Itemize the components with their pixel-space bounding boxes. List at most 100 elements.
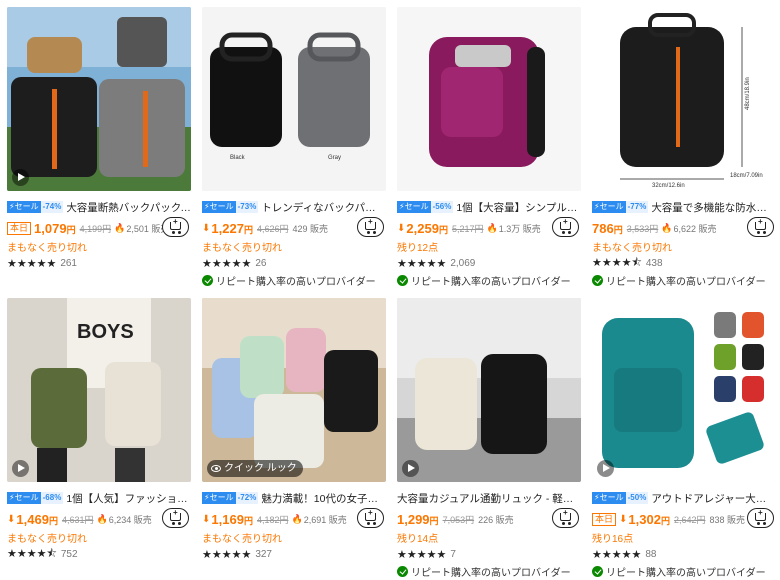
product-card[interactable]: 大容量カジュアル通勤リュック - 軽量ナイロン… 1,299円 7,053円 2… [397, 298, 581, 579]
product-title[interactable]: 1個【人気】ファッション エレガ… [66, 491, 191, 505]
play-icon[interactable] [12, 169, 29, 186]
product-card[interactable]: 48cm/18.9in 32cm/12.6in 18cm/7.09in ⚡セール… [592, 7, 776, 288]
add-to-cart-button[interactable] [162, 508, 189, 528]
check-badge-icon [202, 275, 213, 286]
discount-percent: -68% [40, 492, 64, 504]
sold-count: 2,691 販売 [303, 514, 347, 525]
provider-text: リピート購入率の高いプロバイダー [411, 568, 571, 579]
product-image[interactable] [397, 298, 581, 482]
product-title[interactable]: トレンディなバックパック、メンズ… [261, 200, 386, 214]
price-row: ⬇ 1,227円 4,626円 429 販売 [202, 217, 386, 237]
today-badge: 本日 [7, 221, 32, 235]
price-currency: 円 [48, 515, 58, 526]
sale-badge: ⚡セール -56% [397, 201, 454, 213]
product-title-row[interactable]: ⚡セール-77% 大容量で多機能な防水・耐久… [592, 200, 776, 214]
product-image[interactable]: BOYS [7, 298, 191, 482]
product-image[interactable] [7, 7, 191, 191]
quick-look-button[interactable]: クイック ルック [207, 460, 303, 477]
price-row: 本日 1,079円 4,199円 🔥 2,501 販売 [7, 217, 191, 237]
check-badge-icon [592, 566, 603, 577]
product-image[interactable] [397, 7, 581, 191]
provider-badge: リピート購入率の高いプロバイダー [592, 274, 776, 288]
product-title[interactable]: 魅力満載！10代の女子高生… [261, 491, 386, 505]
price-drop-icon: ⬇ [619, 513, 628, 525]
discount-percent: -77% [625, 201, 649, 213]
price-value: 1,299 [397, 511, 430, 527]
product-card[interactable]: ⚡セール-74% 大容量断熱バックパック、防水… 本日 1,079円 4,199… [7, 7, 191, 270]
cart-plus-icon [755, 509, 766, 521]
check-badge-icon [397, 275, 408, 286]
sold-count: 6,234 販売 [108, 514, 152, 525]
product-title-row[interactable]: ⚡セール-73% トレンディなバックパック、メンズ… [202, 200, 386, 214]
product-title[interactable]: 大容量カジュアル通勤リュック - 軽量ナイロン… [397, 491, 581, 505]
product-card[interactable]: BOYS ⚡セール-68% 1個【人気】ファッション エレガ… ⬇ 1,469円… [7, 298, 191, 561]
provider-text: リピート購入率の高いプロバイダー [216, 277, 376, 288]
product-title[interactable]: 1個【大容量】シンプル ソリッ… [456, 200, 581, 214]
product-image[interactable]: Black Gray [202, 7, 386, 191]
sold-count: 838 販売 [709, 514, 746, 525]
star-rating-icon: ★★★★★ [592, 548, 642, 561]
fire-icon: 🔥 [96, 513, 108, 524]
product-card[interactable]: クイック ルック ⚡セール -72% 魅力満載！10代の女子高生… ⬇ 1,169… [202, 298, 386, 561]
product-image[interactable]: クイック ルック [202, 298, 386, 482]
original-price: 5,217円 [451, 223, 484, 234]
product-card[interactable]: Black Gray ⚡セール-73% トレンディなバックパック、メンズ… ⬇ … [202, 7, 386, 288]
product-card[interactable]: ⚡セール-50% アウトドアレジャー大容量軽量… 本日 ⬇ 1,302円 2,6… [592, 298, 776, 579]
cart-plus-icon [560, 218, 571, 230]
play-icon[interactable] [597, 460, 614, 477]
price-value: 1,169 [211, 511, 244, 527]
product-title-row[interactable]: ⚡セール-50% アウトドアレジャー大容量軽量… [592, 491, 776, 505]
discount-percent: -73% [235, 201, 259, 213]
discount-percent: -50% [625, 492, 649, 504]
add-to-cart-button[interactable] [357, 217, 384, 237]
sale-label: ⚡セール [397, 201, 431, 213]
stock-status: まもなく売り切れ [7, 534, 87, 545]
sale-label: ⚡セール [592, 201, 626, 213]
stock-status: 残り14点 [397, 534, 439, 545]
rating: ★★★★★ 7 [397, 547, 581, 561]
original-price: 4,631円 [61, 514, 94, 525]
product-title-row[interactable]: ⚡セール-56% 1個【大容量】シンプル ソリッ… [397, 200, 581, 214]
price-currency: 円 [660, 515, 670, 526]
product-title-row[interactable]: 大容量カジュアル通勤リュック - 軽量ナイロン… [397, 491, 581, 505]
cart-plus-icon [755, 218, 766, 230]
product-title-row[interactable]: ⚡セール -72% 魅力満載！10代の女子高生… [202, 491, 386, 505]
add-to-cart-button[interactable] [357, 508, 384, 528]
fire-icon: 🔥 [661, 222, 673, 233]
add-to-cart-button[interactable] [162, 217, 189, 237]
price-row: 本日 ⬇ 1,302円 2,642円 838 販売 [592, 508, 776, 528]
play-icon[interactable] [402, 460, 419, 477]
sale-label: ⚡セール [202, 492, 236, 504]
price-row: ⬇ 1,469円 4,631円 🔥 6,234 販売 [7, 508, 191, 528]
price-drop-icon: ⬇ [202, 513, 211, 525]
sale-badge: ⚡セール -68% [7, 492, 64, 504]
product-title[interactable]: 大容量で多機能な防水・耐久… [651, 200, 776, 214]
review-count: 88 [645, 548, 657, 560]
product-title[interactable]: 大容量断熱バックパック、防水… [66, 200, 191, 214]
price-value: 2,259 [406, 220, 439, 236]
sale-badge: ⚡セール -72% [202, 492, 259, 504]
play-icon[interactable] [12, 460, 29, 477]
add-to-cart-button[interactable] [552, 508, 579, 528]
rating: ★★★★★ 327 [202, 547, 386, 561]
product-title-row[interactable]: ⚡セール-74% 大容量断熱バックパック、防水… [7, 200, 191, 214]
product-title[interactable]: アウトドアレジャー大容量軽量… [651, 491, 776, 505]
image-label: Black [230, 155, 246, 161]
product-image[interactable] [592, 298, 776, 482]
today-badge: 本日 [592, 512, 617, 526]
price-value: 786 [592, 220, 614, 236]
provider-badge: リピート購入率の高いプロバイダー [397, 274, 581, 288]
price-value: 1,079 [34, 220, 67, 236]
product-card[interactable]: ⚡セール-56% 1個【大容量】シンプル ソリッ… ⬇ 2,259円 5,217… [397, 7, 581, 288]
add-to-cart-button[interactable] [552, 217, 579, 237]
product-title-row[interactable]: ⚡セール-68% 1個【人気】ファッション エレガ… [7, 491, 191, 505]
original-price: 4,182円 [256, 514, 289, 525]
cart-plus-icon [560, 509, 571, 521]
eye-icon [211, 465, 221, 472]
discount-percent: -56% [430, 201, 454, 213]
add-to-cart-button[interactable] [747, 508, 774, 528]
sold-count: 226 販売 [478, 514, 514, 525]
add-to-cart-button[interactable] [747, 217, 774, 237]
price-currency: 円 [66, 224, 76, 235]
product-image[interactable]: 48cm/18.9in 32cm/12.6in 18cm/7.09in [592, 7, 776, 191]
